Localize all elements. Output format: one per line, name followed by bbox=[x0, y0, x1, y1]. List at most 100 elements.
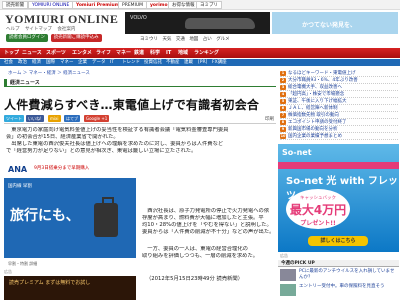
volvo-ad-text: VOLVO bbox=[130, 15, 147, 21]
right-banner-ad[interactable]: かつてない発見を、 bbox=[272, 12, 398, 34]
utility-link[interactable]: ヨミウリ bbox=[140, 37, 158, 42]
ranking-item[interactable]: 4 「超円高」・株安で市場懸念 bbox=[280, 91, 398, 98]
ranking-list: 1 なるほどキーワード・東電値上げ 2 大分市職員93・6%、4年ぶり改善 3 総合電… bbox=[280, 70, 398, 140]
company-link[interactable]: 会社案内 bbox=[57, 27, 75, 32]
ranking-item[interactable]: 5 東証、午後に入り下げ幅拡大 bbox=[280, 98, 398, 105]
ana-ad-footer: 早割・特割 詳細 bbox=[4, 258, 136, 268]
breadcrumb[interactable]: ホーム ＞ マネー・経済 ＞ 経済ニュース bbox=[8, 70, 90, 76]
pickup-heading: 今週のPICK UP bbox=[278, 260, 399, 267]
sonet-details-button[interactable]: 詳しくはこちら bbox=[308, 236, 368, 246]
traffic-link[interactable]: 交通 bbox=[176, 37, 185, 42]
ana-inline-ad[interactable]: ANA 9月3日搭乗分まで早期購入 国内線 早割 旅行にも、 早割・特割 詳細 bbox=[4, 163, 136, 268]
ana-ad-subtitle: 9月3日搭乗分まで早期購入 bbox=[34, 166, 90, 171]
nav-news[interactable]: ニュース bbox=[22, 48, 42, 58]
subnav-item[interactable]: 国際 bbox=[46, 59, 55, 66]
ranking-item[interactable]: 1 なるほどキーワード・東電値上げ bbox=[280, 70, 398, 77]
ranking-item[interactable]: 2 大分市職員93・6%、4年ぶり改善 bbox=[280, 77, 398, 84]
article-line: 東京電力の家庭向け電気料金値上げの妥当性を検証する有識者会議「電気料金審査専門委… bbox=[6, 127, 229, 133]
nav-top[interactable]: トップ bbox=[4, 48, 19, 58]
ana-ad-headline: 旅行にも、 bbox=[10, 208, 80, 224]
deals-link[interactable]: お得な情報 bbox=[168, 1, 199, 9]
ad-label: 広告 bbox=[4, 269, 12, 274]
rank-number: 5 bbox=[280, 99, 286, 104]
nav-science[interactable]: 科学 bbox=[150, 48, 160, 58]
article-line: で「経営努力が足りない」との意見が相次ぎ、東電は厳しい立場に立たされた。 bbox=[6, 148, 197, 154]
subnav-item[interactable]: 経済 bbox=[32, 59, 41, 66]
nav-it[interactable]: IT bbox=[166, 48, 171, 58]
sonet-offer-badge: キャッシュバック 最大4万円 プレゼント!! bbox=[286, 189, 350, 229]
ranking-item[interactable]: 6 ＪＡＬ、経営陣へ新体制 bbox=[280, 105, 398, 112]
gourmet-link[interactable]: グルメ bbox=[216, 37, 230, 42]
like-button[interactable]: いいね! bbox=[26, 115, 44, 122]
ranking-item[interactable]: 7 株価指数先物 取引の動向 bbox=[280, 112, 398, 119]
article-line: 取り組みを評価しつつも、一層の削減を求めた。 bbox=[142, 253, 259, 259]
nav-money[interactable]: マネー bbox=[116, 48, 131, 58]
nav-railway[interactable]: 鉄道 bbox=[134, 48, 144, 58]
article-line: 委員からは「人件費の削減が不十分」などの声が出た。 bbox=[142, 229, 274, 235]
sonet-ad[interactable]: So-net So-net 光 with フレッツ S キャッシュバック 最大4… bbox=[278, 144, 399, 252]
pickup-item[interactable]: PCに最新のアンチウイルスを入れ損していませんか？ bbox=[278, 268, 399, 282]
subscribe-button[interactable]: 読売新聞ご購読申込み bbox=[50, 34, 102, 42]
subnav-item[interactable]: データ bbox=[92, 59, 106, 66]
subnav-item[interactable]: 政治 bbox=[18, 59, 27, 66]
subnav-item[interactable]: 不動産 bbox=[166, 59, 180, 66]
article-line: 一方、委員の一人は、東電の経営合理化の bbox=[142, 246, 248, 252]
rank-number: 10 bbox=[280, 134, 286, 139]
subnav-item[interactable]: IT bbox=[110, 59, 114, 66]
yomiuri-newspaper-link[interactable]: 読売新聞 bbox=[2, 1, 28, 9]
share-bar: ツイート いいね! mixi はてブ Google +1 印刷 bbox=[4, 114, 276, 124]
member-login-button[interactable]: 読者会員ログイン bbox=[6, 34, 48, 42]
tweet-button[interactable]: ツイート bbox=[4, 115, 24, 122]
subnav-item[interactable]: 連載 bbox=[184, 59, 193, 66]
sub-nav: 社会 政治 経済 国際 マネー 企業 データ IT トレンド 投資信託 不動産 … bbox=[0, 59, 400, 66]
hatebu-button[interactable]: はてブ bbox=[64, 115, 80, 122]
nav-sports[interactable]: スポーツ bbox=[46, 48, 66, 58]
section-heading: 経済ニュース bbox=[4, 79, 276, 87]
nav-life[interactable]: ライフ bbox=[96, 48, 111, 58]
print-link[interactable]: 印刷 bbox=[265, 116, 274, 122]
yomiuri-online-link[interactable]: YOMIURI ONLINE bbox=[28, 1, 74, 9]
map-link[interactable]: 地図 bbox=[189, 37, 198, 42]
premium-link[interactable]: PREMIUM bbox=[118, 1, 148, 9]
subnav-item[interactable]: FX講座 bbox=[212, 59, 227, 66]
nav-local[interactable]: 地域 bbox=[178, 48, 188, 58]
sitemap-link[interactable]: サイトマップ bbox=[25, 27, 52, 32]
subnav-item[interactable]: 社会 bbox=[4, 59, 13, 66]
main-nav: トップ ニュース スポーツ エンタメ ライフ マネー 鉄道 科学 IT 地域 ラ… bbox=[0, 48, 400, 58]
article-line: 存度が高まり、燃料費が大幅に増加したと主張。平 bbox=[142, 215, 264, 221]
article-dateline: （2012年5月15日23時49分 読売新聞） bbox=[146, 276, 244, 282]
article-line: 出席した東電の西沢俊夫社長は値上げへの理解を求めたのに対し、委員からは人件費など bbox=[6, 141, 224, 147]
rank-number: 9 bbox=[280, 127, 286, 132]
yomipuri-link[interactable]: ヨミプリ bbox=[196, 1, 222, 9]
google-plus-button[interactable]: Google +1 bbox=[84, 115, 110, 122]
nav-entertainment[interactable]: エンタメ bbox=[72, 48, 92, 58]
help-link[interactable]: ヘルプ bbox=[6, 27, 20, 32]
premium-footer-ad[interactable]: 読売プレミアム まずは無料でお試し bbox=[4, 276, 136, 300]
ranking-item[interactable]: 8 エコポイント申請の受付終了 bbox=[280, 119, 398, 126]
ranking-item[interactable]: 10 国内企業の業績予想まとめ bbox=[280, 133, 398, 140]
pickup-item[interactable]: エントリー受付中。車の保険料を見直そう bbox=[278, 283, 399, 297]
volvo-banner-ad[interactable]: VOLVO bbox=[125, 12, 270, 34]
sonet-offer-amount: 最大4万円 bbox=[289, 203, 347, 217]
subnav-item[interactable]: マネー bbox=[60, 59, 74, 66]
fortune-link[interactable]: 占い bbox=[203, 37, 212, 42]
rank-number: 3 bbox=[280, 85, 286, 90]
subnav-item[interactable]: 企業 bbox=[78, 59, 87, 66]
weather-link[interactable]: 天気 bbox=[162, 37, 171, 42]
right-ad-text: かつてない発見を、 bbox=[302, 22, 357, 29]
subnav-item[interactable]: 投資信託 bbox=[144, 59, 162, 66]
header-links: ヘルプ サイトマップ 会社案内 bbox=[6, 26, 79, 32]
pickup-text: エントリー受付中。車の保険料を見直そう bbox=[299, 284, 385, 289]
subnav-item[interactable]: [PR] bbox=[198, 59, 207, 66]
luggage-icon bbox=[94, 197, 118, 237]
ana-ad-caption: 国内線 早割 bbox=[8, 184, 32, 189]
mixi-button[interactable]: mixi bbox=[48, 115, 61, 122]
ranking-item[interactable]: 9 新興国市場の動向を分析 bbox=[280, 126, 398, 133]
subnav-item[interactable]: トレンド bbox=[122, 59, 140, 66]
ranking-item[interactable]: 3 総合電機大手、収益改善へ bbox=[280, 84, 398, 91]
article-paragraph-1: 東京電力の家庭向け電気料金値上げの妥当性を検証する有識者会議「電気料金審査専門委… bbox=[6, 127, 272, 155]
site-logo[interactable]: YOMIURI ONLINE bbox=[5, 12, 118, 27]
sonet-band bbox=[278, 162, 399, 169]
nav-ranking[interactable]: ランキング bbox=[194, 48, 219, 58]
yomiuri-premium-link[interactable]: Yomiuri Premium bbox=[72, 1, 124, 9]
